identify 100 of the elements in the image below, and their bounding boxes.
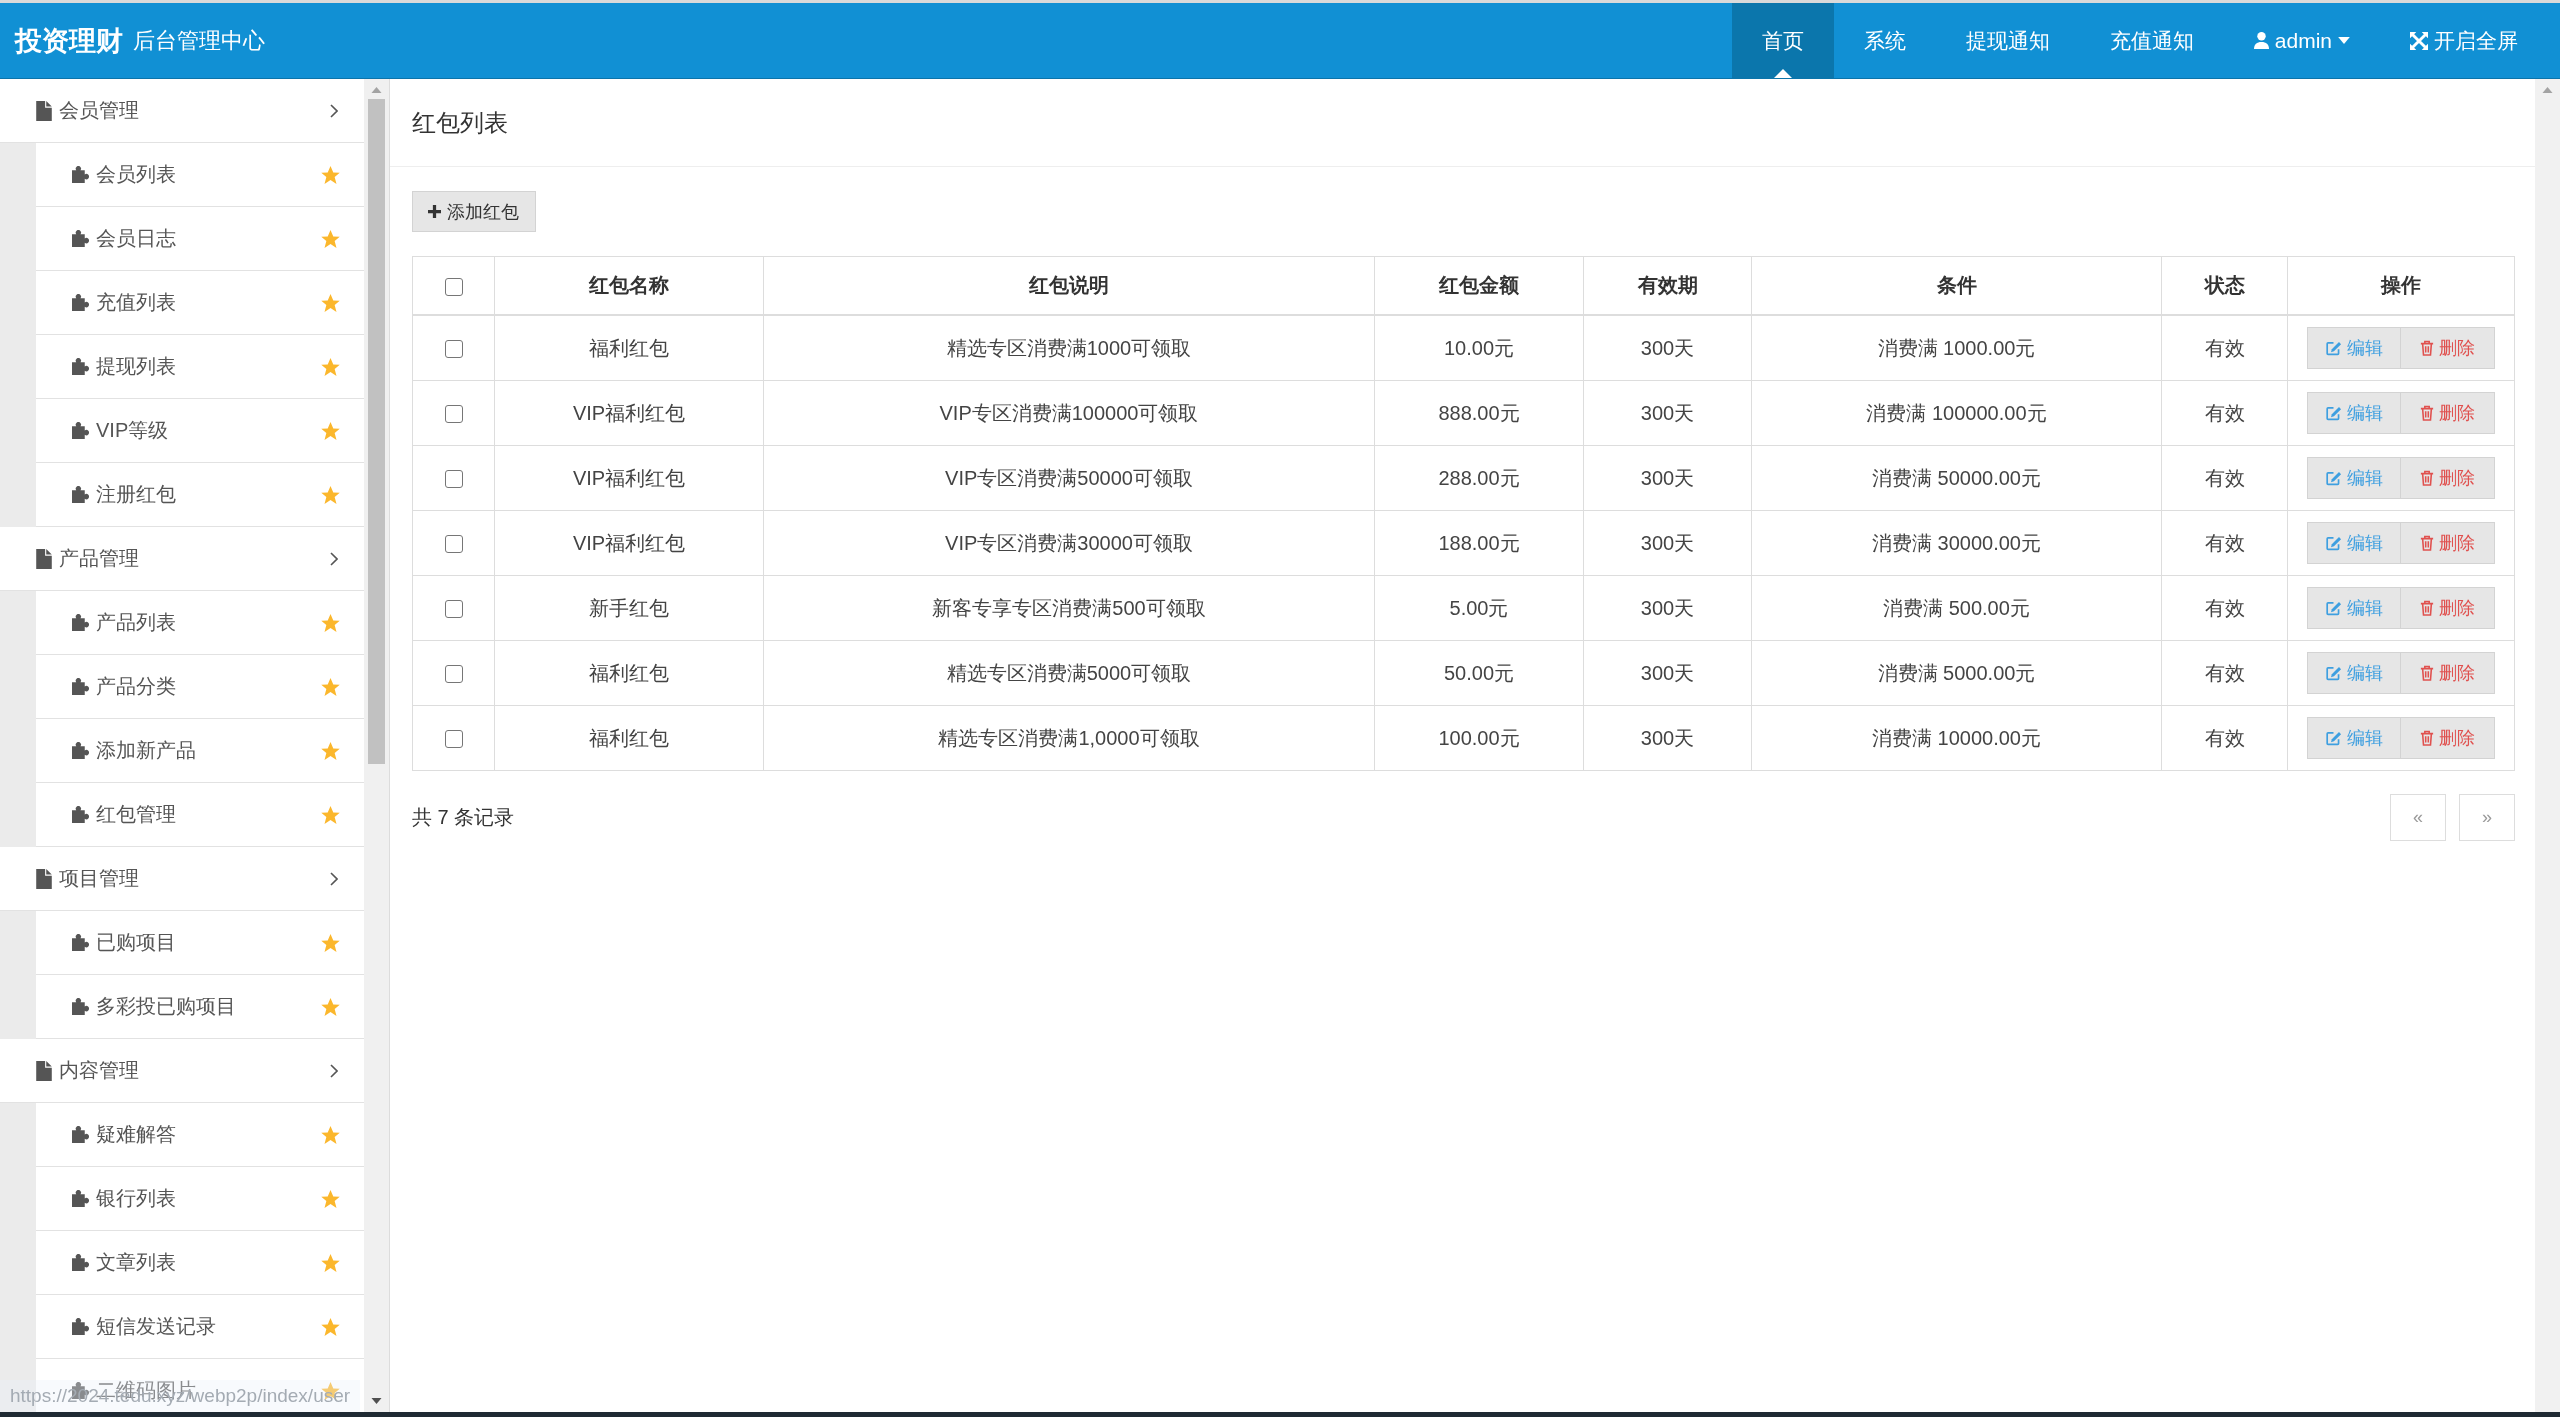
sidebar-group[interactable]: 内容管理 [0, 1039, 364, 1103]
brand-subtitle: 后台管理中心 [133, 26, 265, 55]
puzzle-icon [72, 614, 89, 631]
trash-icon [2420, 535, 2434, 551]
user-menu[interactable]: admin [2223, 3, 2380, 78]
star-icon [321, 1253, 340, 1272]
edit-icon [2325, 600, 2342, 616]
edit-icon [2325, 470, 2342, 486]
sidebar-item[interactable]: 产品列表 [36, 591, 364, 655]
row-checkbox[interactable] [444, 535, 463, 554]
sidebar-scrollbar[interactable] [364, 79, 390, 1412]
table-cell: 有效 [2161, 575, 2288, 641]
table-cell: 有效 [2161, 640, 2288, 706]
sidebar-item[interactable]: 文章列表 [36, 1231, 364, 1295]
sidebar-item[interactable]: 充值列表 [36, 271, 364, 335]
sidebar-item[interactable]: 多彩投已购项目 [36, 975, 364, 1039]
star-icon [321, 229, 340, 248]
sidebar-item[interactable]: 会员列表 [36, 143, 364, 207]
puzzle-icon [72, 1126, 89, 1143]
row-checkbox[interactable] [444, 470, 463, 489]
star-icon [321, 677, 340, 696]
sidebar-item[interactable]: 添加新产品 [36, 719, 364, 783]
delete-button[interactable]: 删除 [2401, 717, 2495, 759]
chevron-right-icon [330, 871, 338, 886]
file-icon [36, 1060, 52, 1081]
puzzle-icon [72, 422, 89, 439]
nav-tab[interactable]: 系统 [1833, 3, 1936, 78]
row-checkbox[interactable] [444, 600, 463, 619]
scroll-down-icon[interactable] [371, 1398, 382, 1404]
puzzle-icon [72, 294, 89, 311]
row-checkbox[interactable] [444, 730, 463, 749]
page-scrollbar[interactable] [2535, 79, 2560, 1412]
puzzle-icon [72, 1254, 89, 1271]
table-cell: 288.00元 [1374, 445, 1584, 511]
sidebar-item[interactable]: 会员日志 [36, 207, 364, 271]
file-icon [36, 868, 52, 889]
scrollbar-thumb[interactable] [368, 99, 385, 764]
column-header: 红包名称 [494, 256, 764, 315]
nav-tab[interactable]: 首页 [1731, 3, 1834, 78]
table-cell: 消费满 50000.00元 [1751, 445, 2162, 511]
sidebar-group[interactable]: 项目管理 [0, 847, 364, 911]
delete-button[interactable]: 删除 [2401, 652, 2495, 694]
sidebar-item[interactable]: 已购项目 [36, 911, 364, 975]
sidebar-item[interactable]: VIP等级 [36, 399, 364, 463]
caret-down-icon [2338, 37, 2350, 44]
sidebar-item[interactable]: 疑难解答 [36, 1103, 364, 1167]
puzzle-icon [72, 934, 89, 951]
sidebar-item[interactable]: 提现列表 [36, 335, 364, 399]
trash-icon [2420, 470, 2434, 486]
sidebar-item[interactable]: 产品分类 [36, 655, 364, 719]
edit-icon [2325, 665, 2342, 681]
star-icon [321, 485, 340, 504]
sidebar-item[interactable]: 注册红包 [36, 463, 364, 527]
sidebar-item[interactable]: 短信发送记录 [36, 1295, 364, 1359]
delete-button[interactable]: 删除 [2401, 522, 2495, 564]
sidebar-item[interactable]: 红包管理 [36, 783, 364, 847]
nav-tab[interactable]: 提现通知 [1935, 3, 2080, 78]
table-cell: 300天 [1583, 380, 1752, 446]
table-cell: 100.00元 [1374, 705, 1584, 771]
delete-button[interactable]: 删除 [2401, 457, 2495, 499]
table-cell: 300天 [1583, 575, 1752, 641]
table-cell: VIP专区消费满100000可领取 [763, 380, 1375, 446]
star-icon [321, 997, 340, 1016]
table-cell: 有效 [2161, 315, 2288, 381]
star-icon [321, 933, 340, 952]
delete-button[interactable]: 删除 [2401, 392, 2495, 434]
row-checkbox[interactable] [444, 665, 463, 684]
sidebar-group[interactable]: 会员管理 [0, 79, 364, 143]
row-checkbox[interactable] [444, 340, 463, 359]
table-cell: 消费满 1000.00元 [1751, 315, 2162, 381]
table-cell: 消费满 30000.00元 [1751, 510, 2162, 576]
trash-icon [2420, 730, 2434, 746]
table-cell: 福利红包 [494, 705, 764, 771]
puzzle-icon [72, 230, 89, 247]
table-cell: VIP福利红包 [494, 445, 764, 511]
sidebar-group[interactable]: 产品管理 [0, 527, 364, 591]
delete-button[interactable]: 删除 [2401, 587, 2495, 629]
row-checkbox[interactable] [444, 405, 463, 424]
puzzle-icon [72, 486, 89, 503]
add-button[interactable]: 添加红包 [412, 191, 536, 232]
puzzle-icon [72, 1190, 89, 1207]
table-cell: 消费满 500.00元 [1751, 575, 2162, 641]
table-cell: 精选专区消费满1000可领取 [763, 315, 1375, 381]
table-cell: 福利红包 [494, 315, 764, 381]
page-title: 红包列表 [412, 107, 508, 138]
chevron-right-icon [330, 1063, 338, 1078]
table-cell: 有效 [2161, 380, 2288, 446]
select-all-checkbox[interactable] [444, 277, 463, 296]
sidebar-item[interactable]: 银行列表 [36, 1167, 364, 1231]
trash-icon [2420, 665, 2434, 681]
column-header: 红包说明 [763, 256, 1375, 315]
nav-tab[interactable]: 充值通知 [2079, 3, 2224, 78]
star-icon [321, 165, 340, 184]
table-cell: 5.00元 [1374, 575, 1584, 641]
fullscreen-button[interactable]: 开启全屏 [2380, 3, 2548, 78]
delete-button[interactable]: 删除 [2401, 327, 2495, 369]
expand-arrows-icon [2410, 31, 2428, 50]
star-icon [321, 293, 340, 312]
table-cell: 300天 [1583, 640, 1752, 706]
column-header: 有效期 [1583, 256, 1752, 315]
